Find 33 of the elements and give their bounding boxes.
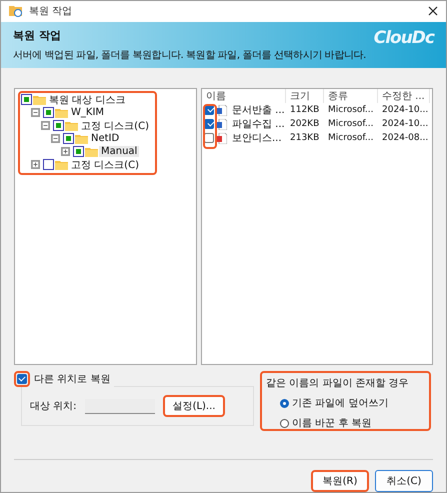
table-cell-text: 2024-08...	[381, 133, 430, 143]
header-title: 복원 작업	[13, 28, 61, 44]
restore-button[interactable]: 복원(R)	[311, 470, 369, 492]
file-name[interactable]: 파일수집 ...	[228, 117, 285, 131]
cancel-button[interactable]: 취소(C)	[375, 470, 433, 492]
column-header[interactable]: 이름	[202, 89, 286, 103]
table-cell-text: 112KB	[289, 105, 320, 115]
table-cell-text: 2024-10...	[381, 105, 430, 115]
group-title: 같은 이름의 파일이 존재할 경우	[266, 377, 410, 390]
logo: ClouDc	[374, 28, 434, 48]
file-name[interactable]: 문서반출 ...	[228, 103, 285, 117]
table-cell-text: 202KB	[289, 119, 320, 129]
radio-label[interactable]: 이름 바꾼 후 복원	[292, 416, 372, 430]
tree-item[interactable]: Manual	[99, 146, 140, 157]
tree-item[interactable]: 고정 디스크(C)	[69, 158, 141, 172]
window-title: 복원 작업	[29, 5, 74, 18]
tree-item[interactable]: NetID	[89, 133, 122, 144]
table-cell-text: Microsof...	[327, 133, 375, 143]
table-cell-text: Microsof...	[327, 119, 375, 129]
settings-button[interactable]: 설정(L)...	[162, 395, 226, 417]
table-cell-text: 2024-10...	[381, 119, 430, 129]
column-header[interactable]: 크기	[286, 89, 324, 103]
column-header[interactable]: 종류	[324, 89, 378, 103]
radio-label[interactable]: 기존 파일에 덮어쓰기	[292, 396, 388, 410]
tree-item[interactable]: W_KIM	[69, 107, 106, 118]
tree-item[interactable]: 복원 대상 디스크	[47, 92, 128, 106]
target-label: 대상 위치:	[30, 400, 77, 413]
column-header[interactable]: 수정한 ...	[378, 89, 430, 103]
file-name[interactable]: 보안디스...	[228, 131, 282, 145]
table-cell-text: 213KB	[289, 133, 320, 143]
table-cell-text: Microsof...	[327, 105, 375, 115]
header-subtitle: 서버에 백업된 파일, 폴더를 복원합니다. 복원할 파일, 폴더를 선택하시기 바랍니다.	[13, 48, 367, 62]
tree-item[interactable]: 고정 디스크(C)	[79, 118, 151, 132]
